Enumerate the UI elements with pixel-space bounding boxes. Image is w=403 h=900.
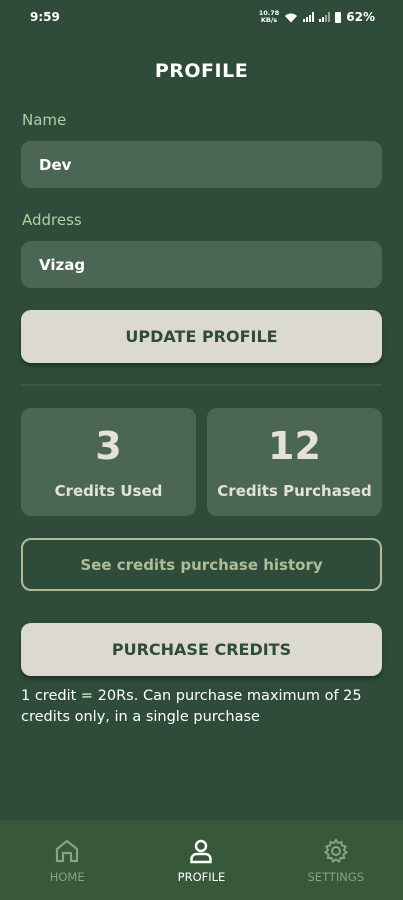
signal-icon (303, 12, 315, 22)
nav-label-settings: SETTINGS (307, 869, 365, 884)
credits-purchased-label: Credits Purchased (217, 482, 372, 500)
address-field[interactable] (21, 241, 382, 288)
wifi-icon (285, 13, 298, 22)
credits-purchased-card: 12 Credits Purchased (207, 408, 382, 516)
nav-item-profile[interactable]: PROFILE (134, 837, 268, 884)
net-speed-unit: KB/s (260, 16, 278, 24)
nav-item-home[interactable]: HOME (0, 837, 134, 884)
status-icons: 10.78 KB/s 62% (259, 10, 375, 25)
battery-level: 62% (346, 10, 375, 24)
credits-used-card: 3 Credits Used (21, 408, 196, 516)
gear-icon (323, 837, 348, 863)
update-profile-button[interactable]: UPDATE PROFILE (21, 310, 382, 363)
bottom-nav: HOME PROFILE SETTINGS (0, 820, 403, 900)
page-title: PROFILE (154, 60, 249, 82)
signal-icon-secondary (319, 12, 331, 22)
credits-used-label: Credits Used (54, 482, 163, 500)
purchase-history-button[interactable]: See credits purchase history (21, 538, 382, 591)
credits-purchased-value: 12 (268, 424, 321, 468)
person-icon (190, 839, 213, 863)
home-icon (56, 839, 79, 862)
net-speed: 10.78 KB/s (259, 10, 280, 24)
name-label: Name (22, 111, 67, 129)
battery-icon (335, 11, 342, 23)
name-field[interactable] (21, 141, 382, 188)
nav-label-profile: PROFILE (177, 869, 226, 884)
nav-item-settings[interactable]: SETTINGS (269, 837, 403, 884)
status-time: 9:59 (30, 10, 60, 24)
credits-used-value: 3 (95, 424, 122, 468)
purchase-credits-button[interactable]: PURCHASE CREDITS (21, 623, 382, 676)
credits-note: 1 credit = 20Rs. Can purchase maximum of… (21, 688, 362, 725)
status-bar: 9:59 10.78 KB/s 62% (0, 0, 403, 34)
address-label: Address (22, 211, 82, 229)
nav-label-home: HOME (49, 869, 85, 884)
divider (21, 384, 382, 386)
